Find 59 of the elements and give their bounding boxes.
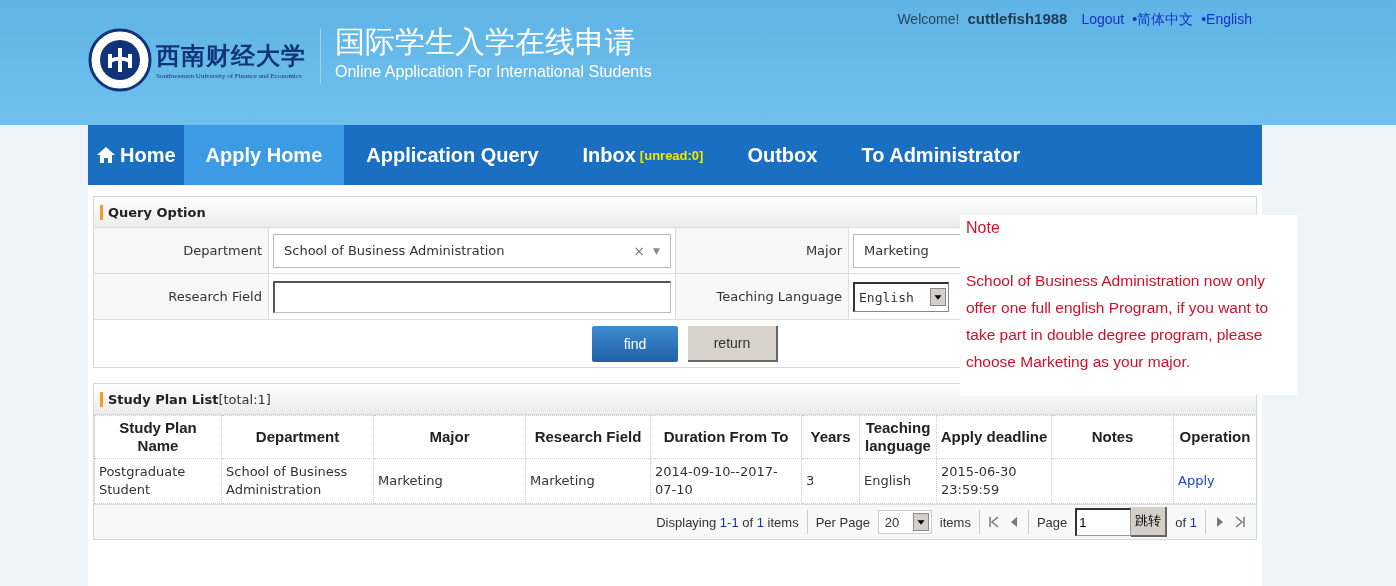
per-page-select[interactable]: 20 — [877, 510, 932, 534]
return-button[interactable]: return — [688, 325, 778, 362]
column-header: Teaching language — [859, 415, 937, 459]
nav-tab[interactable]: Outbox — [725, 125, 840, 185]
table-cell: Marketing — [378, 473, 443, 488]
department-select[interactable]: School of Business Administration × ▼ — [273, 233, 671, 268]
site-subtitle: Online Application For International Students — [335, 63, 652, 81]
nav-tab[interactable]: To Administrator — [839, 125, 1043, 185]
site-title: 国际学生入学在线申请 — [335, 23, 636, 61]
panel-title: Study Plan List — [100, 391, 219, 407]
field-label: Teaching Language — [676, 274, 849, 319]
home-icon — [96, 146, 116, 164]
column-header: Apply deadline — [936, 415, 1052, 459]
header-link[interactable]: Logout — [1081, 11, 1125, 27]
table-cell: 2014-09-10--2017-07-10 — [655, 464, 778, 497]
table-cell: Marketing — [530, 473, 595, 488]
note-text: School of Business Administration now only offer one full english Program, if you want to take part in double degree program, please choose Marketing as your major. — [966, 271, 1270, 372]
header-link[interactable]: •简体中文 — [1132, 11, 1194, 29]
table-cell: 3 — [806, 473, 815, 488]
column-header: Operation — [1173, 415, 1257, 459]
pager-summary: Displaying 1-1 of 1 items — [656, 514, 799, 530]
field-label: Major — [676, 228, 849, 273]
nav-tab[interactable]: Apply Home — [183, 125, 345, 185]
research-field-input[interactable] — [273, 280, 671, 313]
column-header: Department — [221, 415, 374, 459]
field-label: Research Field — [94, 274, 269, 319]
page-label: Page — [1036, 514, 1068, 530]
university-seal-icon — [88, 28, 152, 92]
first-page-icon[interactable] — [987, 516, 1000, 528]
column-header: Research Field — [525, 415, 651, 459]
header-link[interactable]: •English — [1201, 11, 1252, 27]
items-label: items — [939, 514, 971, 530]
table-cell: 2015-06-30 23:59:59 — [941, 464, 1017, 497]
page-input[interactable]: 1 — [1075, 508, 1132, 536]
nav-tab[interactable]: Application Query — [344, 125, 561, 185]
column-header: Major — [373, 415, 526, 459]
column-header: Duration From To — [650, 415, 802, 459]
note-title: Note — [966, 219, 1001, 237]
apply-link[interactable]: Apply — [1178, 473, 1215, 488]
nav-tab[interactable]: Inbox [unread:0] — [560, 125, 726, 185]
panel-title: Query Option — [100, 204, 206, 220]
go-button[interactable]: 跳转 — [1131, 507, 1168, 537]
last-page-icon[interactable] — [1234, 516, 1246, 528]
column-header: Years — [801, 415, 860, 459]
find-button[interactable]: find — [592, 325, 678, 362]
field-label: Department — [94, 228, 269, 273]
username: cuttlefish1988 — [967, 10, 1068, 27]
teaching-language-select[interactable]: English — [853, 281, 949, 312]
table-cell: School of Business Administration — [226, 464, 348, 497]
nav-tab[interactable]: Home — [88, 125, 184, 185]
table-cell: English — [864, 473, 911, 488]
welcome-text: Welcome! — [897, 11, 960, 27]
total-count: [total:1] — [218, 391, 271, 407]
per-page-label: Per Page — [815, 514, 870, 530]
column-header: Study Plan Name — [94, 415, 222, 459]
university-name: 西南财经大学 — [156, 40, 306, 72]
column-header: Notes — [1051, 415, 1174, 459]
table-cell: Postgraduate Student — [99, 464, 186, 497]
page-count: of 1 — [1175, 514, 1197, 530]
